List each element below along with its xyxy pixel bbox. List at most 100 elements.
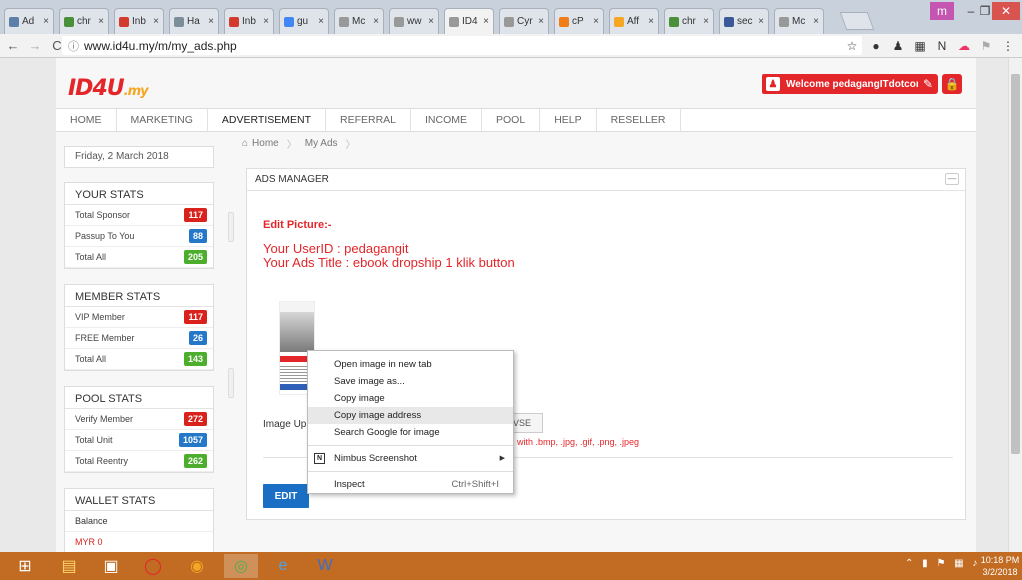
breadcrumb-separator: 〉 [345, 139, 356, 151]
extension-cloud-icon[interactable]: ☁ [956, 38, 972, 54]
tab-close-icon[interactable]: × [648, 16, 654, 27]
opera-icon[interactable]: ◯ [136, 554, 170, 578]
tab-favicon-icon [449, 16, 459, 27]
forward-icon[interactable]: → [26, 37, 44, 55]
extension-person-icon[interactable]: ♟ [890, 38, 906, 54]
browser-tab[interactable]: chr × [664, 8, 714, 34]
page-scrollbar[interactable] [1008, 58, 1022, 552]
browser-tab[interactable]: sec × [719, 8, 769, 34]
edit-button[interactable]: EDIT [263, 484, 309, 508]
tab-title: Cyr [517, 16, 533, 27]
nav-item-home[interactable]: HOME [56, 109, 117, 131]
tab-close-icon[interactable]: × [318, 16, 324, 27]
browser-tab[interactable]: Mc × [774, 8, 824, 34]
tab-favicon-icon [64, 16, 74, 27]
stat-badge: 117 [184, 208, 207, 222]
breadcrumb-current: My Ads [304, 137, 338, 149]
store-icon[interactable]: ▣ [94, 554, 128, 578]
menu-item-copy-image-address[interactable]: Copy image address [308, 407, 513, 424]
breadcrumb-home-link[interactable]: Home [252, 138, 279, 149]
extension-circle-icon[interactable]: ● [868, 38, 884, 54]
resize-handle[interactable] [228, 212, 234, 242]
stat-badge: 88 [188, 229, 207, 243]
page-content: ID4U.my ♟ Welcome pedagangITdotcom ✎ 🔒 H… [56, 58, 976, 552]
stat-label: Passup To You [75, 231, 135, 241]
nav-item-help[interactable]: HELP [540, 109, 597, 131]
tab-close-icon[interactable]: × [98, 16, 104, 27]
tab-close-icon[interactable]: × [153, 16, 159, 27]
minimize-icon[interactable]: m [930, 2, 954, 20]
browser-tab[interactable]: cP × [554, 8, 604, 34]
system-tray[interactable]: ⌃ ▮ ⚑ ▦ ♪ [905, 558, 980, 569]
nimbus-extension-icon[interactable]: N [934, 38, 950, 54]
nav-item-income[interactable]: INCOME [411, 109, 483, 131]
browser-tab[interactable]: gu × [279, 8, 329, 34]
nimbus-icon: N [314, 453, 325, 464]
taskbar-clock[interactable]: 10:18 PM 3/2/2018 [980, 554, 1020, 578]
scrollbar-thumb[interactable] [1011, 74, 1020, 454]
tab-close-icon[interactable]: × [703, 16, 709, 27]
nav-item-marketing[interactable]: MARKETING [117, 109, 208, 131]
browser-tab[interactable]: Cyr × [499, 8, 549, 34]
browser-tab[interactable]: chr × [59, 8, 109, 34]
tab-favicon-icon [9, 16, 19, 27]
menu-item-open-image-in-new-tab[interactable]: Open image in new tab [308, 356, 513, 373]
menu-item-save-image-as[interactable]: Save image as... [308, 373, 513, 390]
address-bar[interactable]: ⓘ www.id4u.my/m/my_ads.php [62, 36, 862, 55]
site-logo[interactable]: ID4U.my [68, 76, 149, 101]
chrome-icon[interactable]: ◎ [224, 554, 258, 578]
browser-tab[interactable]: Inb × [114, 8, 164, 34]
tab-close-icon[interactable]: × [483, 16, 489, 27]
word-icon[interactable]: W [308, 554, 342, 578]
collapse-icon[interactable]: — [945, 173, 959, 185]
chrome-menu-icon[interactable]: ⋮ [1000, 38, 1016, 54]
browser-tab[interactable]: Aff × [609, 8, 659, 34]
browser-tab[interactable]: Ad × [4, 8, 54, 34]
browser-tab[interactable]: Ha × [169, 8, 219, 34]
tab-close-icon[interactable]: × [813, 16, 819, 27]
back-icon[interactable]: ← [4, 37, 22, 55]
browser-tab[interactable]: Mc × [334, 8, 384, 34]
bookmark-star-icon[interactable]: ☆ [844, 38, 860, 54]
pool-stats-title: POOL STATS [65, 387, 213, 409]
nav-item-pool[interactable]: POOL [482, 109, 541, 131]
tab-close-icon[interactable]: × [593, 16, 599, 27]
browser-tab[interactable]: Inb × [224, 8, 274, 34]
stat-badge: 143 [183, 352, 207, 366]
tab-close-icon[interactable]: × [538, 16, 544, 27]
stat-row: Total Reentry 262 [65, 451, 213, 472]
balance-value: MYR 0 [65, 532, 213, 552]
lock-logout-icon[interactable]: 🔒 [942, 74, 962, 94]
browser-tab[interactable]: ww × [389, 8, 439, 34]
file-explorer-icon[interactable]: ▤ [52, 554, 86, 578]
welcome-user-badge[interactable]: ♟ Welcome pedagangITdotcom [762, 74, 931, 94]
menu-item-nimbus-screenshot[interactable]: N Nimbus Screenshot ▶ [308, 450, 513, 467]
firefox-icon[interactable]: ◉ [180, 554, 214, 578]
nav-item-reseller[interactable]: RESELLER [597, 109, 681, 131]
tab-close-icon[interactable]: × [428, 16, 434, 27]
tab-close-icon[interactable]: × [208, 16, 214, 27]
tab-favicon-icon [559, 16, 569, 27]
resize-handle[interactable] [228, 368, 234, 398]
nav-item-referral[interactable]: REFERRAL [326, 109, 412, 131]
close-window-icon[interactable]: ✕ [992, 2, 1020, 20]
tab-close-icon[interactable]: × [758, 16, 764, 27]
nav-item-advertisement[interactable]: ADVERTISEMENT [208, 109, 326, 131]
extension-flag-icon[interactable]: ⚑ [978, 38, 994, 54]
tab-close-icon[interactable]: × [43, 16, 49, 27]
stat-label: Verify Member [75, 414, 134, 424]
tab-close-icon[interactable]: × [373, 16, 379, 27]
info-icon[interactable]: ⓘ [68, 38, 79, 54]
menu-item-search-google-for-image[interactable]: Search Google for image [308, 424, 513, 441]
tab-title: cP [572, 16, 584, 27]
wrench-settings-icon[interactable]: ✎ [918, 74, 938, 94]
new-tab-button[interactable] [839, 12, 875, 30]
internet-explorer-icon[interactable]: e [266, 554, 300, 578]
browser-tab[interactable]: ID4 × [444, 8, 494, 34]
menu-item-inspect[interactable]: Inspect Ctrl+Shift+I [308, 476, 513, 493]
extension-grid-icon[interactable]: ▦ [912, 38, 928, 54]
menu-item-copy-image[interactable]: Copy image [308, 390, 513, 407]
thumbnail-title-strip [280, 302, 314, 312]
tab-close-icon[interactable]: × [263, 16, 269, 27]
windows-start-icon[interactable]: ⊞ [8, 554, 42, 578]
